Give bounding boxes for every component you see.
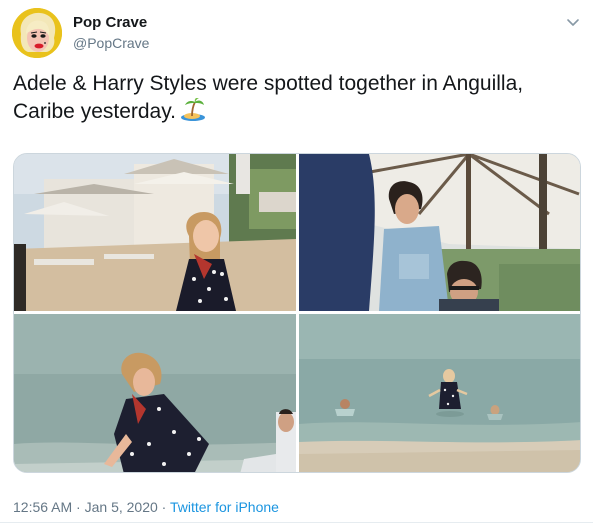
- beach-resort-photo: [14, 154, 296, 311]
- tweet-text-body: Adele & Harry Styles were spotted togeth…: [13, 72, 524, 123]
- photo-4[interactable]: [299, 314, 580, 472]
- tweet-source-link[interactable]: Twitter for iPhone: [170, 499, 279, 515]
- media-grid[interactable]: [13, 153, 581, 473]
- photo-1[interactable]: [14, 154, 296, 311]
- tweet-text: Adele & Harry Styles were spotted togeth…: [13, 70, 583, 130]
- meta-separator-2: ·: [157, 499, 170, 515]
- desert-island-emoji: [180, 97, 206, 130]
- author-name[interactable]: Pop Crave: [73, 14, 147, 31]
- meta-separator: ·: [72, 499, 85, 515]
- tweet-meta: 12:56 AM · Jan 5, 2020 · Twitter for iPh…: [13, 499, 279, 515]
- umbrella-cafe-photo: [299, 154, 580, 311]
- photo-2[interactable]: [299, 154, 580, 311]
- author-handle[interactable]: @PopCrave: [73, 35, 149, 51]
- tweet-time[interactable]: 12:56 AM: [13, 499, 72, 515]
- swimming-in-sea-photo: [299, 314, 580, 472]
- tweet-date[interactable]: Jan 5, 2020: [85, 499, 158, 515]
- photo-3[interactable]: [14, 314, 296, 472]
- chevron-down-icon[interactable]: [563, 12, 583, 32]
- author-avatar[interactable]: [12, 8, 62, 58]
- tweet-card: Pop Crave @PopCrave Adele & Harry Styles…: [0, 0, 593, 523]
- pop-art-portrait-avatar: [12, 8, 62, 58]
- wading-in-sea-photo: [14, 314, 296, 472]
